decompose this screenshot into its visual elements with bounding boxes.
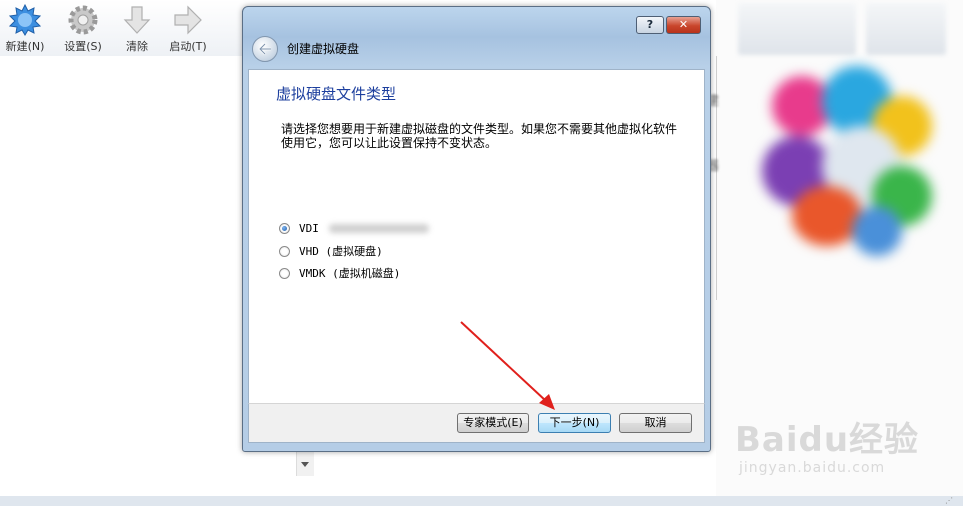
watermark-url: jingyan.baidu.com [739, 460, 886, 476]
watermark-logo: Baidu经验 [735, 420, 920, 460]
baidu-watermark: Baidu经验 jingyan.baidu.com [735, 404, 950, 484]
